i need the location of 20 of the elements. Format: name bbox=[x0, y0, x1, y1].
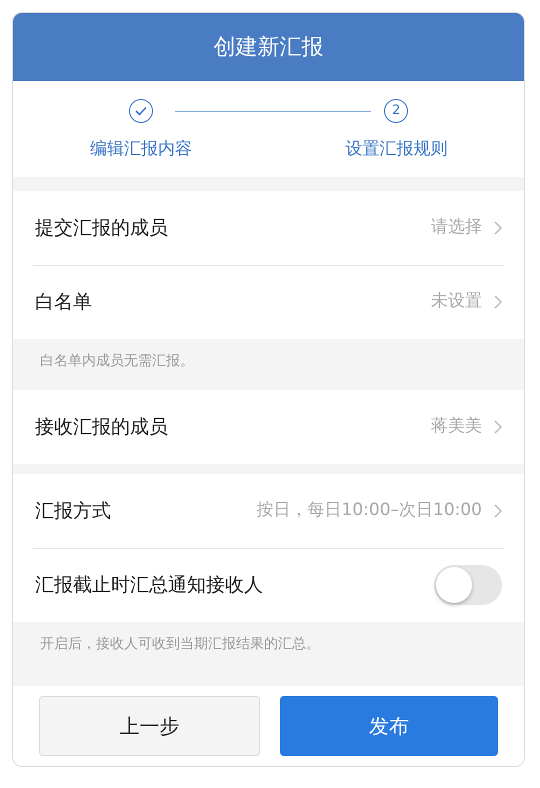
row-value[interactable]: 蒋美美 bbox=[431, 414, 482, 440]
chevron-icon bbox=[494, 504, 502, 518]
step-label[interactable]: 设置汇报规则 bbox=[345, 137, 448, 162]
row-label: 白名单 bbox=[35, 290, 92, 315]
row-label: 汇报截止时汇总通知接收人 bbox=[35, 572, 263, 598]
row-label: 接收汇报的成员 bbox=[35, 414, 168, 440]
row-label: 提交汇报的成员 bbox=[35, 216, 168, 241]
back-button[interactable]: 上一步 bbox=[39, 696, 260, 756]
header-title: 创建新汇报 bbox=[13, 13, 524, 81]
chevron-icon bbox=[494, 295, 502, 309]
publish-button[interactable]: 发布 bbox=[280, 696, 498, 756]
chevron-icon bbox=[494, 221, 502, 235]
step-label[interactable]: 编辑汇报内容 bbox=[90, 137, 192, 162]
toggle-switch[interactable] bbox=[434, 565, 502, 605]
row-value[interactable]: 未设置 bbox=[431, 289, 482, 315]
chevron-icon bbox=[494, 420, 502, 434]
row-value[interactable]: 按日，每日10:00–次日10:00 bbox=[256, 498, 482, 524]
row-label: 汇报方式 bbox=[35, 498, 111, 524]
row-value[interactable]: 请选择 bbox=[431, 215, 482, 241]
step-number: 2 bbox=[384, 99, 408, 123]
